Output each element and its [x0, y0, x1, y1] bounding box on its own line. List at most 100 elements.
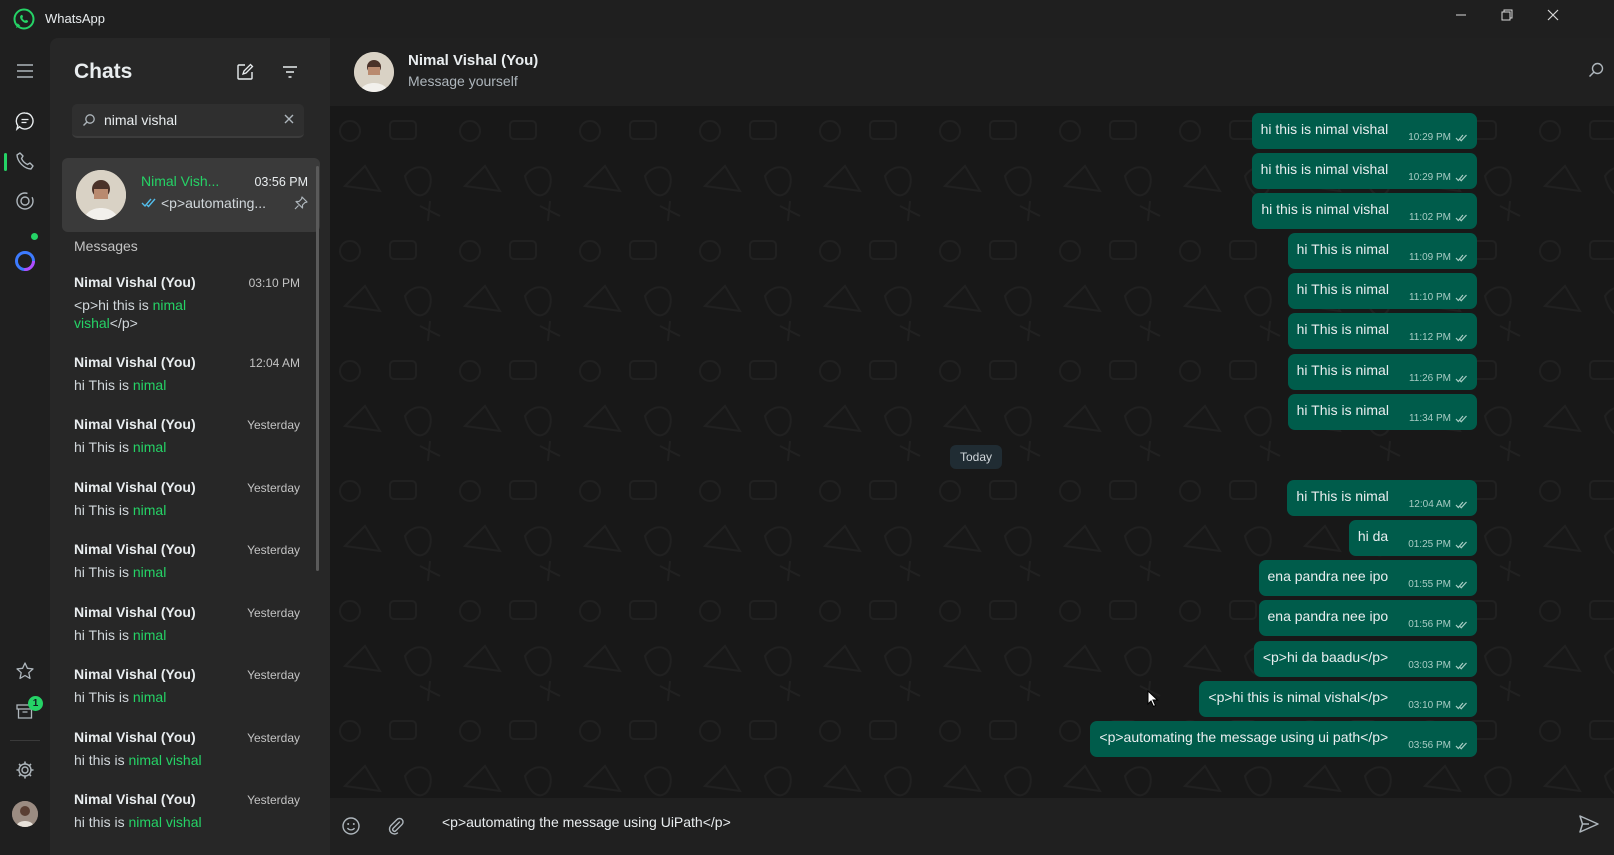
minimize-button[interactable] — [1438, 0, 1484, 30]
status-icon — [16, 192, 34, 210]
pin-icon — [294, 196, 308, 210]
outgoing-message-bubble[interactable]: hi da 01:25 PM — [1348, 520, 1477, 556]
message-time: 10:29 PM — [1408, 172, 1451, 183]
message-text: hi This is nimal — [1296, 402, 1389, 418]
filter-chats-button[interactable] — [278, 60, 302, 84]
double-check-icon — [1455, 174, 1467, 182]
outgoing-message-bubble[interactable]: hi this is nimal vishal 10:29 PM — [1251, 113, 1477, 149]
close-window-button[interactable] — [1530, 0, 1576, 30]
outgoing-message-bubble[interactable]: hi this is nimal vishal 11:02 PM — [1252, 193, 1477, 229]
outgoing-message-bubble[interactable]: hi This is nimal 11:34 PM — [1287, 394, 1477, 430]
search-in-chat-icon[interactable] — [1588, 62, 1604, 78]
outgoing-message-bubble[interactable]: <p>automating the message using ui path<… — [1090, 721, 1477, 757]
double-check-icon — [1455, 254, 1467, 262]
search-input[interactable] — [104, 110, 274, 130]
outgoing-message-bubble[interactable]: ena pandra nee ipo 01:55 PM — [1258, 560, 1477, 596]
message-text: ena pandra nee ipo — [1267, 568, 1389, 584]
message-composer — [330, 798, 1614, 855]
profile-photo-icon — [12, 801, 38, 827]
result-time: Yesterday — [247, 731, 300, 745]
search-result-item[interactable]: Nimal Vishal (You) Yesterday hi this is ni… — [74, 791, 300, 831]
attach-button[interactable] — [383, 813, 409, 839]
outgoing-message-bubble[interactable]: hi This is nimal 11:09 PM — [1287, 233, 1477, 269]
result-snippet: hi This is nimal — [74, 501, 300, 519]
header-avatar[interactable] — [354, 52, 394, 92]
message-text: hi This is nimal — [1296, 281, 1389, 297]
status-nav-button[interactable] — [0, 183, 50, 219]
pinned-chat-time: 03:56 PM — [254, 175, 308, 189]
message-meta: 11:10 PM — [1409, 292, 1468, 303]
search-result-item[interactable]: Nimal Vishal (You) Yesterday hi this is ni… — [74, 729, 300, 769]
outgoing-message-bubble[interactable]: hi this is nimal vishal 10:29 PM — [1251, 153, 1477, 189]
result-snippet: hi This is nimal — [74, 438, 300, 456]
double-check-icon — [1455, 294, 1467, 302]
meta-ai-button[interactable] — [0, 243, 50, 279]
chats-nav-button[interactable] — [0, 103, 50, 139]
outgoing-message-bubble[interactable]: hi This is nimal 11:26 PM — [1287, 354, 1477, 390]
message-time: 10:29 PM — [1408, 132, 1451, 143]
double-check-icon — [1455, 621, 1467, 629]
double-check-icon — [141, 198, 156, 208]
double-check-icon — [1455, 334, 1467, 342]
outgoing-message-bubble[interactable]: ena pandra nee ipo 01:56 PM — [1258, 600, 1477, 636]
result-time: Yesterday — [247, 668, 300, 682]
double-check-icon — [1455, 214, 1467, 222]
chat-list-scrollbar[interactable] — [316, 166, 319, 571]
result-time: Yesterday — [247, 418, 300, 432]
search-result-item[interactable]: Nimal Vishal (You) 12:04 AM hi This is nim… — [74, 354, 300, 394]
menu-button[interactable] — [0, 53, 50, 89]
search-box[interactable] — [72, 104, 304, 138]
pinned-chat-item[interactable]: Nimal Vish... 03:56 PM <p>automating... — [62, 158, 320, 232]
result-time: Yesterday — [247, 481, 300, 495]
snippet-highlight: nimal vishal — [128, 752, 202, 768]
whatsapp-logo-icon — [13, 8, 35, 30]
outgoing-message-bubble[interactable]: hi This is nimal 11:10 PM — [1287, 273, 1477, 309]
message-text: hi this is nimal vishal — [1260, 121, 1389, 137]
search-result-item[interactable]: Nimal Vishal (You) Yesterday hi This is ni… — [74, 479, 300, 519]
restore-button[interactable] — [1484, 0, 1530, 30]
message-time: 01:56 PM — [1408, 619, 1451, 630]
message-text: <p>hi da baadu</p> — [1262, 649, 1389, 665]
message-meta: 10:29 PM — [1408, 172, 1468, 183]
profile-avatar[interactable] — [12, 801, 38, 827]
outgoing-message-bubble[interactable]: hi This is nimal 11:12 PM — [1287, 313, 1477, 349]
new-chat-button[interactable] — [233, 60, 257, 84]
result-snippet: hi this is nimal vishal — [74, 813, 300, 831]
pinned-chat-name: Nimal Vish... — [141, 173, 220, 189]
outgoing-message-bubble[interactable]: <p>hi this is nimal vishal</p> 03:10 PM — [1199, 681, 1477, 717]
message-meta: 11:12 PM — [1409, 332, 1468, 343]
search-result-item[interactable]: Nimal Vishal (You) Yesterday hi This is ni… — [74, 604, 300, 644]
send-icon[interactable] — [1578, 813, 1600, 835]
starred-messages-button[interactable] — [0, 653, 50, 689]
archived-chats-button[interactable] — [0, 693, 50, 729]
message-meta: 11:09 PM — [1409, 252, 1468, 263]
message-time: 11:34 PM — [1408, 413, 1451, 424]
compose-icon — [237, 63, 254, 80]
message-input[interactable] — [442, 808, 1442, 836]
message-meta: 01:25 PM — [1408, 539, 1468, 550]
conversation-header[interactable]: Nimal Vishal (You) Message yourself — [330, 38, 1614, 106]
search-result-item[interactable]: Nimal Vishal (You) Yesterday hi This is ni… — [74, 541, 300, 581]
calls-nav-button[interactable] — [0, 143, 50, 179]
search-result-item[interactable]: Nimal Vishal (You) Yesterday hi This is ni… — [74, 416, 300, 456]
result-time: Yesterday — [247, 793, 300, 807]
clear-search-icon[interactable] — [282, 112, 296, 126]
double-check-icon — [1455, 375, 1467, 383]
message-meta: 03:56 PM — [1408, 740, 1468, 751]
message-time: 11:10 PM — [1408, 292, 1451, 303]
double-check-icon — [1455, 662, 1467, 670]
search-result-item[interactable]: Nimal Vishal (You) 03:10 PM <p>hi this is … — [74, 274, 300, 332]
star-icon — [16, 662, 34, 680]
double-check-icon — [1455, 501, 1467, 509]
search-result-item[interactable]: Nimal Vishal (You) Yesterday hi This is ni… — [74, 666, 300, 706]
gear-icon — [16, 761, 34, 779]
outgoing-message-bubble[interactable]: hi This is nimal 12:04 AM — [1287, 480, 1477, 516]
message-text: hi this is nimal vishal — [1261, 201, 1389, 217]
message-meta: 10:29 PM — [1408, 132, 1468, 143]
emoji-button[interactable] — [338, 813, 364, 839]
settings-button[interactable] — [0, 752, 50, 788]
outgoing-message-bubble[interactable]: <p>hi da baadu</p> 03:03 PM — [1253, 641, 1477, 677]
result-snippet: hi This is nimal — [74, 376, 300, 394]
message-meta: 11:02 PM — [1409, 212, 1468, 223]
message-text: hi da — [1357, 528, 1389, 544]
